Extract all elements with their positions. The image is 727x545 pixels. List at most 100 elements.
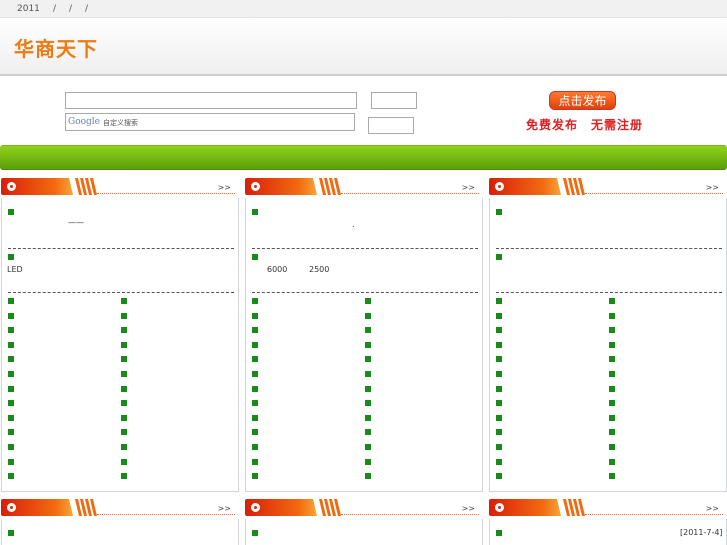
panel-4: >> — [1, 499, 239, 545]
bullet-icon — [121, 298, 127, 304]
bullet-icon — [365, 371, 371, 377]
top-bar: 2011 / / / — [0, 0, 727, 18]
header-divider — [341, 193, 479, 194]
bullet-icon — [496, 209, 502, 215]
bullet-icon — [609, 400, 615, 407]
bullet-icon — [609, 473, 615, 480]
bullet-icon — [609, 385, 615, 392]
bullet-icon — [121, 371, 127, 377]
bullet-icon — [121, 341, 127, 348]
bullet-icon — [252, 414, 258, 421]
item-text[interactable]: . — [352, 220, 355, 229]
google-search-input[interactable]: Google 自定义搜索 — [65, 113, 355, 131]
bullet-icon — [365, 356, 371, 363]
bullet-icon — [252, 356, 258, 363]
bullet-icon — [496, 341, 502, 348]
bullet-icon — [8, 209, 14, 215]
bullet-icon — [8, 458, 14, 465]
search-option-input[interactable] — [371, 92, 417, 109]
tab-circle-icon — [495, 182, 504, 191]
bullet-icon — [121, 400, 127, 407]
panel-body — [489, 198, 727, 492]
search-input[interactable] — [65, 92, 357, 109]
tab-circle-icon — [7, 182, 16, 191]
year-text: 2011 — [17, 4, 40, 14]
bullet-icon — [8, 473, 14, 480]
bullet-icon — [121, 458, 127, 465]
bullet-icon — [365, 414, 371, 421]
bullet-icon — [8, 400, 14, 407]
bullet-icon — [121, 356, 127, 363]
item-text[interactable]: LED — [7, 265, 23, 274]
divider — [252, 292, 478, 293]
bullet-icon — [252, 254, 258, 260]
more-link[interactable]: >> — [218, 504, 231, 513]
item-date: [2011-7-4] — [680, 528, 723, 537]
publish-button[interactable]: 点击发布 — [549, 91, 616, 110]
bullet-icon — [365, 341, 371, 348]
bullet-icon — [8, 327, 14, 334]
nav-bar — [0, 145, 727, 170]
panel-header: >> — [245, 499, 483, 517]
divider — [8, 248, 234, 249]
panel-body: —— LED — [1, 198, 239, 492]
site-logo[interactable]: 华商天下 — [14, 33, 98, 62]
bullet-icon — [8, 385, 14, 392]
more-link[interactable]: >> — [706, 183, 719, 192]
bullet-icon — [496, 298, 502, 304]
tab-circle-icon — [251, 503, 260, 512]
more-link[interactable]: >> — [218, 183, 231, 192]
bullet-icon — [496, 385, 502, 392]
bullet-icon — [496, 473, 502, 480]
date-separator: / — [53, 4, 57, 14]
panel-1: >> —— LED — [1, 178, 239, 492]
bullet-icon — [609, 312, 615, 319]
bullet-icon — [365, 327, 371, 334]
publish-note: 免费发布 无需注册 — [526, 118, 644, 132]
bullet-icon — [121, 473, 127, 480]
panel-header: >> — [1, 178, 239, 196]
panel-header: >> — [245, 178, 483, 196]
item-text[interactable]: 6000 — [267, 265, 287, 274]
tab-circle-icon — [495, 503, 504, 512]
bullet-icon — [252, 371, 258, 377]
panel-6: >> [2011-7-4] — [489, 499, 727, 545]
bullet-icon — [496, 327, 502, 334]
bullet-icon — [365, 473, 371, 480]
bullet-icon — [496, 414, 502, 421]
bullet-icon — [609, 371, 615, 377]
date-separator: / — [69, 4, 73, 14]
bullet-icon — [609, 298, 615, 304]
item-text[interactable]: —— — [68, 218, 84, 227]
panel-2: >> . 6000 2500 — [245, 178, 483, 492]
more-link[interactable]: >> — [462, 504, 475, 513]
bullet-icon — [365, 444, 371, 450]
bullet-icon — [121, 327, 127, 334]
google-placeholder: 自定义搜索 — [103, 119, 138, 127]
bullet-icon — [252, 429, 258, 436]
bullet-icon — [609, 356, 615, 363]
bullet-icon — [365, 400, 371, 407]
bullet-icon — [252, 473, 258, 480]
bullet-icon — [365, 312, 371, 319]
bullet-icon — [496, 356, 502, 363]
item-text[interactable]: 2500 — [309, 265, 329, 274]
bullet-icon — [496, 444, 502, 450]
header-divider — [585, 193, 723, 194]
google-search-button[interactable] — [368, 117, 414, 134]
panel-body: [2011-7-4] — [489, 519, 727, 545]
bullet-icon — [8, 356, 14, 363]
bullet-icon — [609, 429, 615, 436]
tab-circle-icon — [7, 503, 16, 512]
more-link[interactable]: >> — [706, 504, 719, 513]
header: 华商天下 — [0, 18, 727, 76]
bullet-icon — [496, 429, 502, 436]
panel-header: >> — [489, 178, 727, 196]
panel-body — [245, 519, 483, 545]
panel-header: >> — [1, 499, 239, 517]
header-divider — [585, 514, 723, 515]
bullet-icon — [365, 429, 371, 436]
bullet-icon — [121, 444, 127, 450]
more-link[interactable]: >> — [462, 183, 475, 192]
bullet-icon — [365, 385, 371, 392]
